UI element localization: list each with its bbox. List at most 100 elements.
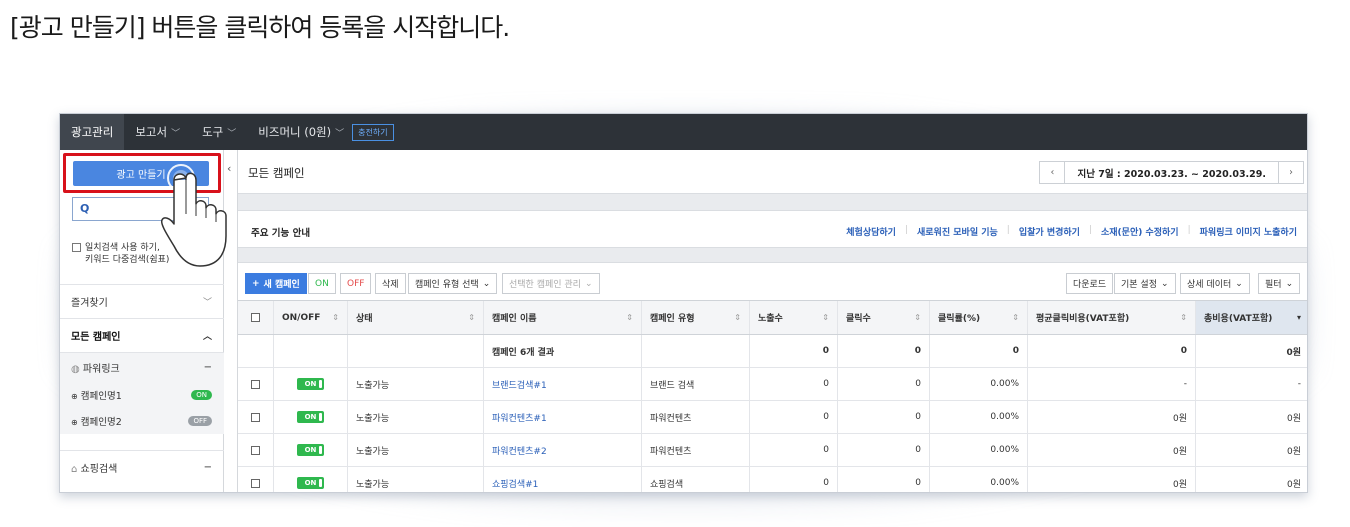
- manage-selected-select[interactable]: 선택한 캠페인 관리 ⌄: [502, 273, 600, 294]
- chevron-down-icon: ﹀: [227, 128, 237, 139]
- on-off-toggle[interactable]: ON: [296, 411, 325, 423]
- campaign-toolbar: + 새 캠페인 ON OFF 삭제 캠페인 유형 선택 ⌄ 선택한 캠페인 관리 ⌄ …: [238, 262, 1307, 300]
- cpc-cell: -: [1028, 368, 1196, 400]
- checkbox[interactable]: [251, 313, 260, 322]
- header-cpc[interactable]: 평균클릭비용(VAT포함) ⇕: [1028, 301, 1196, 334]
- guide-link[interactable]: 파워링크 이미지 노출하기: [1200, 225, 1297, 238]
- feature-guide-bar: 주요 기능 안내 체험상담하기 | 새로워진 모바일 기능 | 입찰가 변경하기 | …: [238, 210, 1307, 248]
- status-badge: OFF: [188, 416, 212, 426]
- date-range-picker[interactable]: ‹ 지난 7일 : 2020.03.23. ~ 2020.03.29. ›: [1039, 161, 1304, 184]
- status-cell: 노출가능: [348, 401, 484, 433]
- sidebar-shopping[interactable]: ⌂ 쇼핑검색 −: [60, 450, 224, 484]
- guide-link[interactable]: 소재(문안) 수정하기: [1101, 225, 1179, 238]
- summary-cpc: 0: [1028, 335, 1196, 367]
- header-status[interactable]: 상태 ⇕: [348, 301, 484, 334]
- sidebar-all-campaigns[interactable]: 모든 캠페인 ︿: [60, 318, 224, 352]
- separator: |: [904, 225, 908, 235]
- off-button[interactable]: OFF: [340, 273, 372, 294]
- match-search-option[interactable]: 일치검색 사용 하기, 키워드 다중검색(쉼표): [72, 242, 169, 266]
- row-select-cell[interactable]: [238, 434, 274, 466]
- chevron-left-icon[interactable]: ‹: [1040, 162, 1066, 183]
- plus-circle-icon: ⊕: [71, 418, 78, 427]
- collapse-icon: −: [203, 462, 212, 473]
- main-header: 모든 캠페인 ‹ 지난 7일 : 2020.03.23. ~ 2020.03.2…: [238, 150, 1307, 194]
- header-label: 노출수: [758, 314, 783, 324]
- checkbox[interactable]: [72, 243, 81, 252]
- nav-reports[interactable]: 보고서 ﹀: [124, 114, 191, 150]
- header-name[interactable]: 캠페인 이름 ⇕: [484, 301, 642, 334]
- on-button[interactable]: ON: [308, 273, 336, 294]
- clicks-cell: 0: [838, 434, 930, 466]
- guide-link[interactable]: 입찰가 변경하기: [1019, 225, 1080, 238]
- campaign-type-select[interactable]: 캠페인 유형 선택 ⌄: [408, 273, 498, 294]
- campaign-name-link[interactable]: 파워컨텐츠#2: [484, 434, 642, 466]
- select-all-cell[interactable]: [238, 301, 274, 334]
- campaign-label: 캠페인명1: [80, 391, 122, 402]
- delete-button[interactable]: 삭제: [375, 273, 406, 294]
- guide-link[interactable]: 체험상담하기: [846, 225, 896, 238]
- guide-title: 주요 기능 안내: [251, 228, 311, 239]
- header-label: 캠페인 이름: [492, 314, 537, 324]
- on-off-toggle[interactable]: ON: [296, 477, 325, 489]
- charge-button[interactable]: 충전하기: [352, 123, 394, 141]
- sidebar-powerlink[interactable]: ◍ 파워링크 −: [60, 352, 224, 382]
- guide-link[interactable]: 새로워진 모바일 기능: [917, 225, 998, 238]
- row-select-cell[interactable]: [238, 467, 274, 492]
- checkbox[interactable]: [251, 412, 260, 422]
- header-cost[interactable]: 총비용(VAT포함) ▾: [1196, 301, 1307, 334]
- new-campaign-button[interactable]: + 새 캠페인: [245, 273, 307, 294]
- chevron-up-icon: ︿: [202, 332, 212, 342]
- sidebar-campaign-1[interactable]: ⊕ 캠페인명1 ON: [60, 382, 224, 408]
- checkbox[interactable]: [251, 379, 260, 389]
- nav-label: 도구: [202, 125, 224, 139]
- plus-circle-icon: ⊕: [71, 392, 78, 401]
- checkbox[interactable]: [251, 478, 260, 488]
- table-row: ON 노출가능 파워컨텐츠#2 파워컨텐츠 0 0 0.00% 0원 0원: [238, 434, 1307, 467]
- nav-bizmoney[interactable]: 비즈머니 (0원) ﹀ 충전하기: [247, 114, 404, 150]
- main-content: 모든 캠페인 ‹ 지난 7일 : 2020.03.23. ~ 2020.03.2…: [238, 150, 1307, 492]
- impressions-cell: 0: [750, 401, 838, 433]
- campaign-name-link[interactable]: 브랜드검색#1: [484, 368, 642, 400]
- chevron-right-icon[interactable]: ›: [1278, 162, 1303, 183]
- caption-text: [광고 만들기] 버튼을 클릭하여 등록을 시작합니다.: [10, 13, 510, 42]
- chevron-down-icon: ⌄: [584, 278, 593, 289]
- toggle-cell: ON: [274, 467, 348, 492]
- row-select-cell[interactable]: [238, 401, 274, 433]
- header-type[interactable]: 캠페인 유형 ⇕: [642, 301, 750, 334]
- sidebar-campaign-2[interactable]: ⊕ 캠페인명2 OFF: [60, 408, 224, 434]
- sort-icon: ⇕: [1012, 313, 1019, 322]
- clicks-cell: 0: [838, 368, 930, 400]
- on-off-toggle[interactable]: ON: [296, 378, 325, 390]
- detail-data-select[interactable]: 상세 데이터 ⌄: [1180, 273, 1250, 294]
- header-clicks[interactable]: 클릭수 ⇕: [838, 301, 930, 334]
- table-row: ON 노출가능 파워컨텐츠#1 파워컨텐츠 0 0 0.00% 0원 0원: [238, 401, 1307, 434]
- table-summary-row: 캠페인 6개 결과 0 0 0 0 0원: [238, 335, 1307, 368]
- chevron-down-icon: ⌄: [1160, 278, 1169, 289]
- chevron-down-icon: ﹀: [171, 128, 181, 139]
- ctr-cell: 0.00%: [930, 401, 1028, 433]
- filter-select[interactable]: 필터 ⌄: [1258, 273, 1301, 294]
- table-header-row: ON/OFF ⇕ 상태 ⇕ 캠페인 이름 ⇕ 캠페인 유형 ⇕ 노출수 ⇕ 클릭수 ⇕ 클릭…: [238, 301, 1307, 335]
- header-onoff[interactable]: ON/OFF ⇕: [274, 301, 348, 334]
- basic-settings-select[interactable]: 기본 설정 ⌄: [1114, 273, 1176, 294]
- header-impressions[interactable]: 노출수 ⇕: [750, 301, 838, 334]
- download-button[interactable]: 다운로드: [1066, 273, 1114, 294]
- nav-ad-management[interactable]: 광고관리: [60, 114, 125, 150]
- on-off-toggle[interactable]: ON: [296, 444, 325, 456]
- cost-cell: 0원: [1286, 446, 1301, 457]
- button-label: 새 캠페인: [263, 280, 300, 290]
- sort-icon: ⇕: [332, 313, 339, 322]
- cost-cell: -: [1297, 379, 1301, 389]
- chevron-down-icon: ﹀: [335, 128, 345, 139]
- checkbox[interactable]: [251, 445, 260, 455]
- table-row: ON 노출가능 쇼핑검색#1 쇼핑검색 0 0 0.00% 0원 0원: [238, 467, 1307, 492]
- sidebar-favorites[interactable]: 즐겨찾기 ﹀: [60, 284, 224, 318]
- nav-tools[interactable]: 도구 ﹀: [191, 114, 247, 150]
- empty-cell: [348, 335, 484, 367]
- campaign-name-link[interactable]: 파워컨텐츠#1: [484, 401, 642, 433]
- cost-cell: 0원: [1286, 479, 1301, 490]
- campaign-name-link[interactable]: 쇼핑검색#1: [484, 467, 642, 492]
- hand-pointer-icon: [160, 164, 227, 267]
- header-ctr[interactable]: 클릭률(%) ⇕: [930, 301, 1028, 334]
- row-select-cell[interactable]: [238, 368, 274, 400]
